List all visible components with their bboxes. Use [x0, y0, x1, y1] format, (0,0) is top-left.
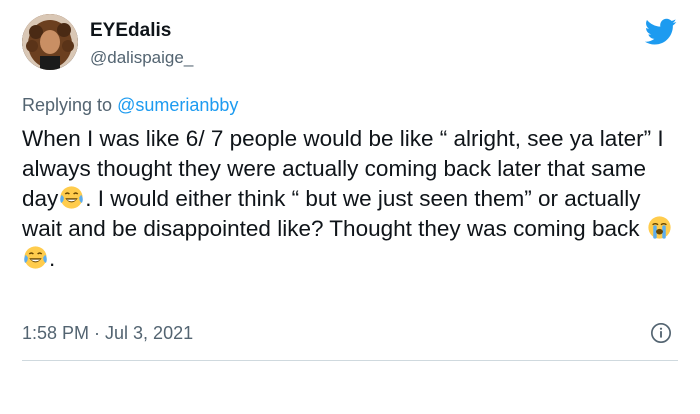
avatar[interactable] — [22, 14, 78, 70]
twitter-bird-icon[interactable] — [645, 18, 677, 46]
info-icon[interactable] — [650, 322, 672, 344]
tweet-text: When I was like 6/ 7 people would be lik… — [22, 124, 682, 274]
author-handle[interactable]: @dalispaige_ — [90, 48, 193, 68]
loudly-crying-face-icon — [648, 216, 671, 239]
avatar-photo-icon — [22, 14, 78, 70]
reply-mention-link[interactable]: @sumerianbby — [117, 95, 238, 115]
face-with-tears-of-joy-icon — [60, 186, 84, 209]
replying-to-line: Replying to @sumerianbby — [22, 94, 238, 116]
divider — [22, 360, 678, 361]
replying-to-prefix: Replying to — [22, 95, 113, 115]
face-with-tears-of-joy-icon — [24, 246, 47, 269]
tweet-text-part-2: . I would either think “ but we just see… — [22, 186, 646, 241]
tweet-text-part-3: . — [49, 246, 56, 271]
tweet-card: EYEdalis @dalispaige_ Replying to @sumer… — [0, 0, 700, 414]
author-display-name[interactable]: EYEdalis — [90, 20, 171, 42]
tweet-timestamp[interactable]: 1:58 PM · Jul 3, 2021 — [22, 322, 193, 344]
